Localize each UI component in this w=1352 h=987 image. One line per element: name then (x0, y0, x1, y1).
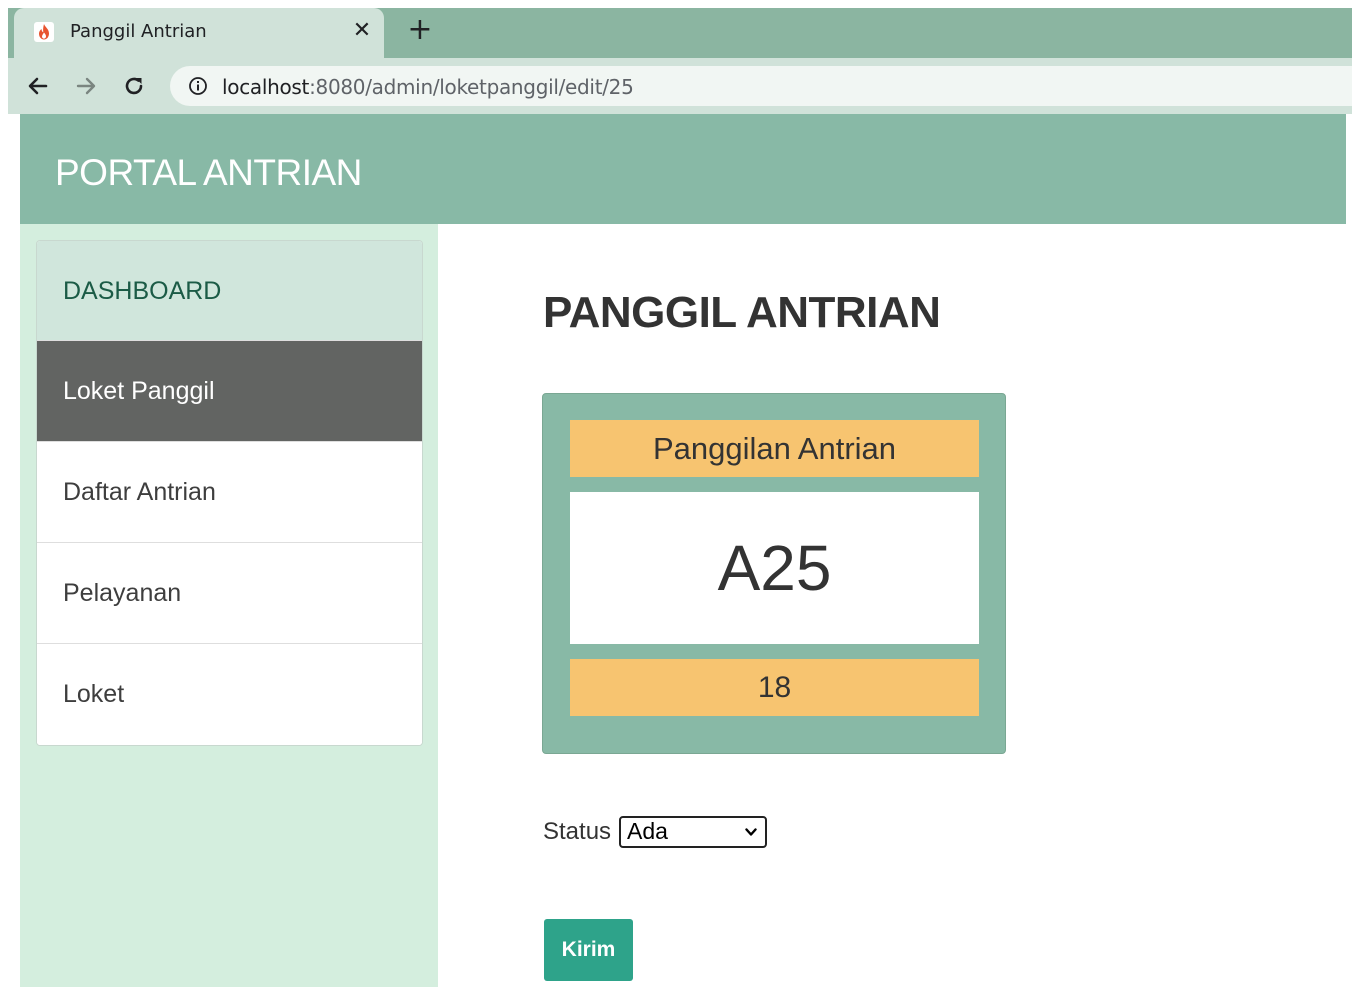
browser-chrome: Panggil Antrian ✕ + (0, 0, 1352, 58)
queue-number: A25 (570, 492, 979, 644)
reload-icon (125, 77, 143, 95)
chevron-down-icon (745, 828, 757, 836)
tab-close-icon[interactable]: ✕ (349, 18, 375, 44)
sidebar: DASHBOARD Loket Panggil Daftar Antrian P… (20, 224, 438, 987)
queue-card-heading: Panggilan Antrian (570, 420, 979, 477)
flame-icon (34, 22, 54, 42)
browser-toolbar: localhost:8080/admin/loketpanggil/edit/2… (8, 58, 1352, 114)
main-content: PANGGIL ANTRIAN Panggilan Antrian A25 18… (438, 224, 1346, 987)
queue-call-card: Panggilan Antrian A25 18 (542, 393, 1006, 754)
address-bar[interactable]: localhost:8080/admin/loketpanggil/edit/2… (170, 66, 1352, 106)
submit-button[interactable]: Kirim (544, 919, 633, 981)
url-path: :8080/admin/loketpanggil/edit/25 (309, 75, 634, 99)
tab-title: Panggil Antrian (70, 21, 207, 42)
status-label: Status (543, 818, 612, 845)
status-row: Status Ada (543, 816, 768, 848)
web-page: PORTAL ANTRIAN DASHBOARD Loket Panggil D… (20, 114, 1346, 987)
arrow-right-icon (76, 77, 96, 95)
queue-card-footer: 18 (570, 659, 979, 716)
new-tab-button[interactable]: + (404, 15, 436, 47)
sidebar-item-loket[interactable]: Loket (37, 644, 422, 745)
forward-button[interactable] (68, 68, 104, 104)
back-button[interactable] (20, 68, 56, 104)
reload-button[interactable] (116, 68, 152, 104)
browser-tab[interactable]: Panggil Antrian ✕ (14, 8, 384, 58)
site-brand[interactable]: PORTAL ANTRIAN (55, 152, 362, 194)
site-header: PORTAL ANTRIAN (20, 114, 1346, 224)
status-select[interactable]: Ada (619, 816, 768, 848)
sidebar-menu: DASHBOARD Loket Panggil Daftar Antrian P… (36, 240, 423, 746)
sidebar-item-daftar-antrian[interactable]: Daftar Antrian (37, 442, 422, 543)
arrow-left-icon (28, 77, 48, 95)
sidebar-item-loket-panggil[interactable]: Loket Panggil (37, 341, 422, 442)
address-url: localhost:8080/admin/loketpanggil/edit/2… (222, 75, 634, 99)
status-selected-value: Ada (627, 818, 668, 844)
url-host: localhost (222, 75, 310, 99)
page-title: PANGGIL ANTRIAN (543, 288, 941, 337)
sidebar-item-dashboard[interactable]: DASHBOARD (37, 241, 422, 341)
sidebar-item-pelayanan[interactable]: Pelayanan (37, 543, 422, 644)
info-icon[interactable] (188, 76, 208, 96)
